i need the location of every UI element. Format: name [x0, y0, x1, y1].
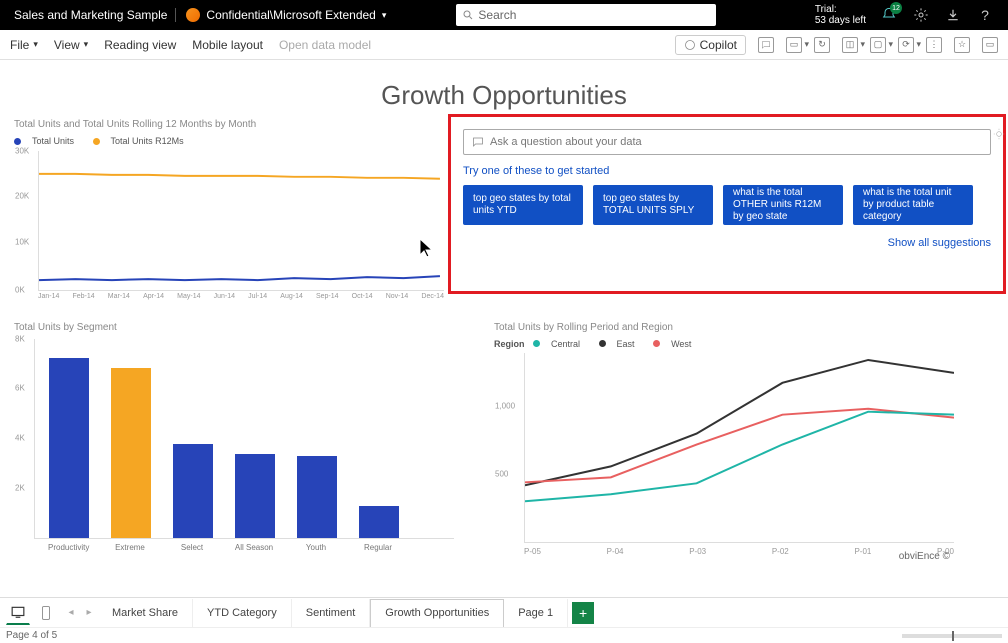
qa-show-all-link[interactable]: Show all suggestions: [463, 237, 991, 249]
report-canvas: Growth Opportunities Total Units and Tot…: [0, 60, 1008, 603]
chart2-plot: 8K 6K 4K 2K: [34, 339, 454, 539]
mobile-layout-icon[interactable]: [34, 601, 58, 625]
qa-suggestion[interactable]: what is the total unit by product table …: [853, 185, 973, 225]
help-icon[interactable]: ?: [976, 6, 994, 24]
scope-label: Confidential\Microsoft Extended: [206, 8, 375, 22]
bookmark-icon[interactable]: ◫▾: [842, 37, 858, 53]
reading-view-button[interactable]: Reading view: [104, 38, 176, 52]
chart2-title: Total Units by Segment: [14, 322, 454, 333]
settings-icon[interactable]: [912, 6, 930, 24]
chevron-down-icon: ▾: [382, 10, 387, 21]
app-header: Sales and Marketing Sample Confidential\…: [0, 0, 1008, 30]
download-icon[interactable]: [944, 6, 962, 24]
qa-input[interactable]: Ask a question about your data: [463, 129, 991, 155]
search-input[interactable]: Search: [456, 4, 716, 26]
copilot-button[interactable]: Copilot: [675, 35, 746, 55]
qa-try-label: Try one of these to get started: [463, 165, 991, 177]
tab-ytd-category[interactable]: YTD Category: [193, 599, 292, 627]
qa-suggestion[interactable]: what is the total OTHER units R12M by ge…: [723, 185, 843, 225]
status-bar: Page 4 of 5: [0, 627, 1008, 643]
open-data-model-button: Open data model: [279, 38, 371, 52]
watermark: obviEnce ©: [899, 551, 950, 562]
screen-icon[interactable]: ▭▾: [786, 37, 802, 53]
notif-badge: 12: [890, 2, 902, 14]
tab-page-1[interactable]: Page 1: [504, 599, 568, 627]
qa-suggestion[interactable]: top geo states by TOTAL UNITS SPLY: [593, 185, 713, 225]
chart3-legend: Region Central East West: [494, 339, 954, 350]
page-indicator: Page 4 of 5: [6, 630, 57, 641]
export-icon[interactable]: ▭: [982, 37, 998, 53]
view-icon[interactable]: ▢▾: [870, 37, 886, 53]
chart2-xaxis: ProductivityExtremeSelectAll SeasonYouth…: [34, 543, 454, 552]
file-menu[interactable]: File▾: [10, 38, 38, 52]
qa-suggestion[interactable]: top geo states by total units YTD: [463, 185, 583, 225]
qa-settings-icon[interactable]: [992, 127, 1006, 141]
reset-icon[interactable]: ↻: [814, 37, 830, 53]
chart1-title: Total Units and Total Units Rolling 12 M…: [14, 119, 444, 130]
view-menu[interactable]: View▾: [54, 38, 88, 52]
ribbon-toolbar: File▾ View▾ Reading view Mobile layout O…: [0, 30, 1008, 60]
desktop-layout-icon[interactable]: [6, 601, 30, 625]
chart3-plot: 1,000 500: [524, 353, 954, 543]
page-title: Growth Opportunities: [14, 80, 994, 111]
trial-status[interactable]: Trial: 53 days left: [815, 4, 866, 26]
refresh-data-icon[interactable]: ⟳▾: [898, 37, 914, 53]
tab-market-share[interactable]: Market Share: [98, 599, 193, 627]
search-icon: [462, 9, 474, 21]
chart3-xaxis: P-05P-04P-03P-02P-01P-00: [524, 547, 954, 556]
zoom-slider[interactable]: [902, 634, 1002, 638]
notifications-icon[interactable]: 12: [880, 6, 898, 24]
chat-bubble-icon: [472, 136, 484, 148]
add-page-button[interactable]: +: [572, 602, 594, 624]
chart-units-by-region[interactable]: Total Units by Rolling Period and Region…: [494, 322, 954, 557]
tab-sentiment[interactable]: Sentiment: [292, 599, 371, 627]
mobile-layout-button[interactable]: Mobile layout: [192, 38, 263, 52]
search-placeholder: Search: [478, 8, 516, 22]
page-tabs-bar: ◂ ▸ Market Share YTD Category Sentiment …: [0, 597, 1008, 627]
qa-visual[interactable]: Ask a question about your data Try one o…: [448, 114, 1006, 294]
chat-icon[interactable]: [758, 37, 774, 53]
tab-prev-icon[interactable]: ◂: [62, 607, 80, 618]
tab-growth-opportunities[interactable]: Growth Opportunities: [370, 599, 504, 627]
qa-placeholder: Ask a question about your data: [490, 136, 642, 148]
tab-next-icon[interactable]: ▸: [80, 607, 98, 618]
favorite-icon[interactable]: ☆: [954, 37, 970, 53]
chart-total-units-months[interactable]: Total Units and Total Units Rolling 12 M…: [14, 119, 444, 300]
chart1-plot: 30K 20K 10K 0K: [38, 151, 444, 291]
copilot-icon: [684, 39, 696, 51]
chart1-legend: Total Units Total Units R12Ms: [14, 136, 444, 147]
sensitivity-icon: [186, 8, 200, 22]
chart1-xaxis: Jan-14Feb-14Mar-14Apr-14May-14Jun-14Jul-…: [38, 293, 444, 300]
report-title: Sales and Marketing Sample: [8, 8, 176, 22]
sensitivity-scope[interactable]: Confidential\Microsoft Extended ▾: [176, 8, 396, 22]
chart3-title: Total Units by Rolling Period and Region: [494, 322, 954, 333]
chart-units-by-segment[interactable]: Total Units by Segment 8K 6K 4K 2K Produ…: [14, 322, 454, 557]
share-icon[interactable]: ⋮: [926, 37, 942, 53]
